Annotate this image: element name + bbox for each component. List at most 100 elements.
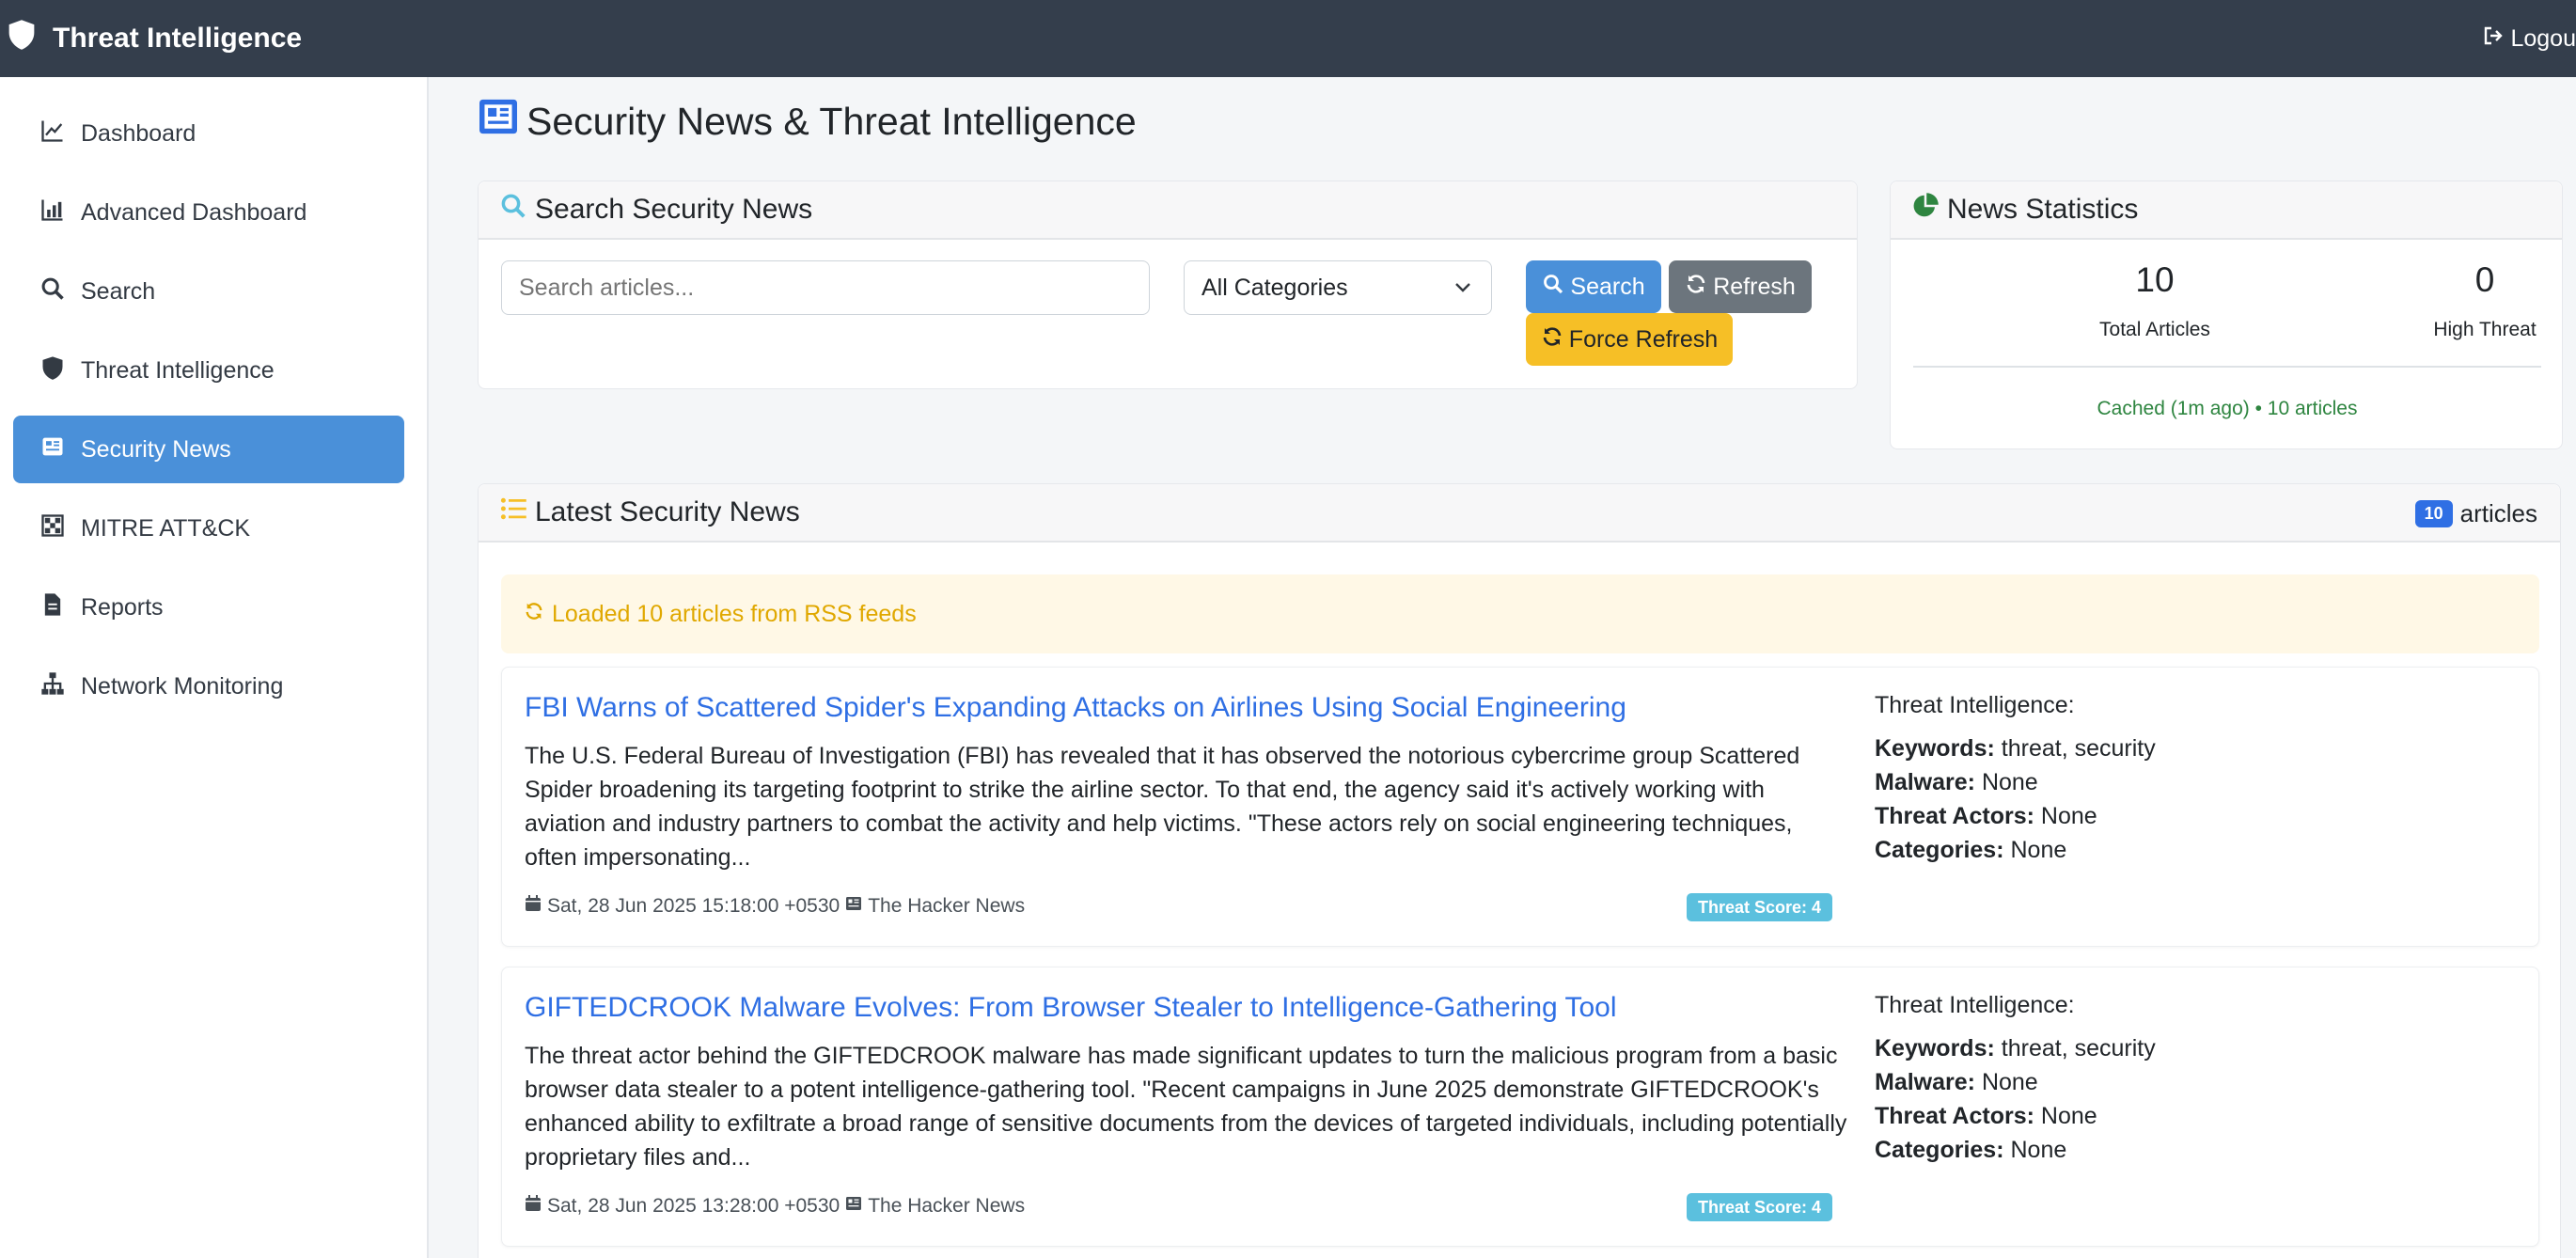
chart-bar-icon [39, 197, 81, 229]
article-count: 10 articles [2414, 484, 2537, 543]
force-refresh-button[interactable]: Force Refresh [1526, 313, 1733, 366]
sidebar-item-security-news[interactable]: Security News [13, 416, 404, 483]
malware-value: None [1981, 769, 2038, 795]
article-count-label: articles [2459, 498, 2537, 527]
high-threat-value: 0 [2474, 260, 2495, 299]
calendar-icon [525, 1195, 547, 1218]
search-card-header: Search Security News [479, 181, 1857, 240]
category-select[interactable]: All Categories [1184, 260, 1492, 315]
sidebar-item-label: Search [81, 277, 156, 305]
sidebar-item-label: Dashboard [81, 119, 196, 147]
threat-intel-heading: Threat Intelligence: [1875, 692, 2075, 718]
sidebar-item-label: Advanced Dashboard [81, 198, 307, 226]
article-source: The Hacker News [868, 1195, 1026, 1217]
threat-intel-heading: Threat Intelligence: [1875, 992, 2075, 1018]
keywords-value: threat, security [2001, 735, 2156, 762]
article-meta: Sat, 28 Jun 2025 13:28:00 +0530 The Hack… [525, 1195, 1025, 1218]
divider [1913, 366, 2541, 368]
threat-actors-row: Threat Actors: None [1875, 1099, 2156, 1133]
brand[interactable]: Threat Intelligence [8, 19, 302, 58]
keywords-value: threat, security [2001, 1035, 2156, 1061]
total-articles-value: 10 [2135, 260, 2175, 299]
chess-board-icon [39, 512, 81, 545]
refresh-button-label: Refresh [1713, 273, 1796, 300]
categories-label: Categories: [1875, 837, 2004, 863]
categories-value: None [2010, 1137, 2067, 1163]
threat-score-badge: Threat Score: 4 [1687, 893, 1833, 921]
sign-out-icon [2482, 24, 2510, 54]
sidebar-item-network-monitoring[interactable]: Network Monitoring [13, 653, 404, 720]
list-icon [499, 495, 535, 530]
sidebar-item-label: Network Monitoring [81, 672, 284, 700]
malware-label: Malware: [1875, 1069, 1975, 1095]
top-navbar: Threat Intelligence Logou [0, 0, 2576, 77]
article-date: Sat, 28 Jun 2025 15:18:00 +0530 [547, 895, 840, 917]
search-icon [1542, 273, 1570, 302]
stats-card-header: News Statistics [1891, 181, 2562, 240]
malware-row: Malware: None [1875, 1065, 2156, 1099]
threat-intel-panel: Threat Intelligence: Keywords: threat, s… [1875, 988, 2156, 1167]
threat-actors-label: Threat Actors: [1875, 1103, 2034, 1129]
news-card-title: Latest Security News [535, 496, 800, 527]
threat-actors-row: Threat Actors: None [1875, 799, 2156, 833]
newspaper-icon [39, 433, 81, 466]
sidebar-item-label: Threat Intelligence [81, 356, 275, 384]
refresh-icon [1685, 273, 1713, 302]
newspaper-icon [845, 1195, 868, 1218]
sidebar-item-dashboard[interactable]: Dashboard [13, 100, 404, 167]
shield-icon [8, 19, 53, 58]
malware-label: Malware: [1875, 769, 1975, 795]
total-articles-label: Total Articles [2099, 319, 2210, 340]
newspaper-icon [478, 98, 526, 145]
threat-score-badge: Threat Score: 4 [1687, 1193, 1833, 1221]
search-button-label: Search [1570, 273, 1645, 300]
malware-row: Malware: None [1875, 765, 2156, 799]
high-threat-label: High Threat [2433, 319, 2537, 340]
article-count-badge: 10 [2414, 499, 2453, 527]
keywords-label: Keywords: [1875, 735, 1995, 762]
category-select-value: All Categories [1202, 274, 1348, 301]
news-statistics-card: News Statistics 10 Total Articles 0 High… [1890, 181, 2563, 449]
article-summary: The U.S. Federal Bureau of Investigation… [525, 743, 1800, 871]
keywords-row: Keywords: threat, security [1875, 731, 2156, 765]
logout-button[interactable]: Logou [2482, 0, 2576, 77]
news-card-header: Latest Security News 10 articles [479, 484, 2560, 543]
sidebar-item-search[interactable]: Search [13, 258, 404, 325]
search-card: Search Security News All Categories Sear… [478, 181, 1858, 389]
sidebar-item-label: Security News [81, 435, 231, 463]
categories-row: Categories: None [1875, 833, 2156, 867]
threat-actors-label: Threat Actors: [1875, 803, 2034, 829]
sidebar-item-label: MITRE ATT&CK [81, 514, 251, 542]
shield-icon [39, 354, 81, 387]
keywords-label: Keywords: [1875, 1035, 1995, 1061]
sidebar-item-reports[interactable]: Reports [13, 574, 404, 641]
rss-load-alert: Loaded 10 articles from RSS feeds [501, 574, 2539, 653]
cache-status: Cached (1m ago) • 10 articles [2097, 398, 2358, 419]
news-article: GIFTEDCROOK Malware Evolves: From Browse… [501, 967, 2539, 1247]
threat-actors-value: None [2040, 803, 2097, 829]
refresh-button[interactable]: Refresh [1669, 260, 1812, 313]
malware-value: None [1981, 1069, 2038, 1095]
refresh-icon [524, 601, 552, 628]
sidebar-item-advanced-dashboard[interactable]: Advanced Dashboard [13, 179, 404, 246]
calendar-icon [525, 895, 547, 918]
article-title-link[interactable]: FBI Warns of Scattered Spider's Expandin… [525, 692, 1626, 724]
categories-label: Categories: [1875, 1137, 2004, 1163]
sidebar-item-threat-intelligence[interactable]: Threat Intelligence [13, 337, 404, 404]
brand-title: Threat Intelligence [53, 23, 303, 54]
article-title-link[interactable]: GIFTEDCROOK Malware Evolves: From Browse… [525, 992, 1617, 1024]
sidebar-item-label: Reports [81, 593, 164, 621]
search-icon [39, 275, 81, 308]
newspaper-icon [845, 895, 868, 918]
article-meta: Sat, 28 Jun 2025 15:18:00 +0530 The Hack… [525, 895, 1025, 918]
news-article: FBI Warns of Scattered Spider's Expandin… [501, 667, 2539, 947]
refresh-icon [1541, 325, 1569, 354]
sidebar-item-mitre-attack[interactable]: MITRE ATT&CK [13, 495, 404, 562]
article-source: The Hacker News [868, 895, 1026, 917]
search-button[interactable]: Search [1526, 260, 1661, 313]
search-input[interactable] [501, 260, 1150, 315]
categories-value: None [2010, 837, 2067, 863]
latest-news-card: Latest Security News 10 articles Loaded … [478, 483, 2561, 1258]
logout-label: Logou [2510, 24, 2576, 52]
pie-chart-icon [1911, 192, 1947, 228]
